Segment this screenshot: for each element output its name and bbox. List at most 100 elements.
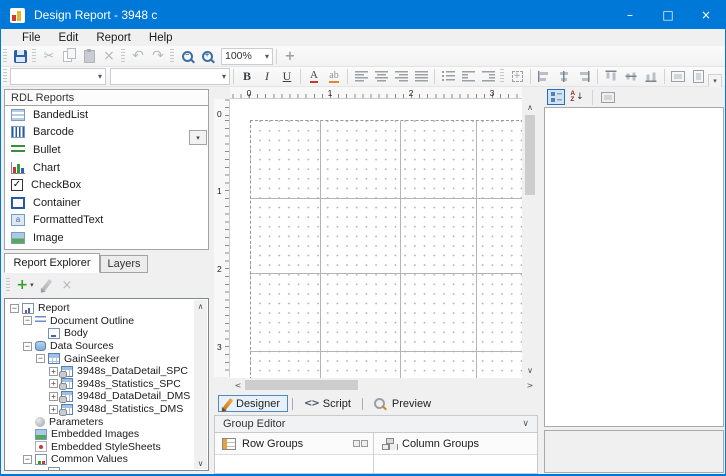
- scroll-down-icon[interactable]: ∨: [522, 364, 538, 376]
- toolbar-overflow-button[interactable]: ▾: [708, 74, 722, 88]
- toolbar-grip[interactable]: [3, 49, 7, 64]
- minimize-button[interactable]: –: [611, 1, 649, 29]
- row-groups-header[interactable]: Row Groups: [215, 433, 373, 455]
- toolbox-item-bandedlist[interactable]: BandedList: [5, 106, 208, 124]
- align-lefts-button[interactable]: [534, 68, 554, 86]
- collapse-icon[interactable]: −: [10, 304, 19, 313]
- close-button[interactable]: ×: [687, 1, 725, 29]
- row-group-mode-icon[interactable]: [353, 440, 367, 447]
- italic-button[interactable]: I: [257, 68, 277, 86]
- zoom-out-button[interactable]: −: [177, 47, 197, 65]
- bullet-list-button[interactable]: [438, 68, 458, 86]
- delete-button[interactable]: ×: [99, 47, 119, 65]
- align-middles-button[interactable]: [621, 68, 641, 86]
- font-color-button[interactable]: A: [304, 68, 324, 86]
- tab-script[interactable]: <> Script: [297, 395, 358, 412]
- report-page[interactable]: [250, 120, 522, 378]
- toolbox-item-checkbox[interactable]: ✓ CheckBox: [5, 176, 208, 194]
- title-bar[interactable]: Design Report - 3948 c – □ ×: [1, 1, 725, 29]
- menu-help[interactable]: Help: [140, 31, 182, 45]
- collapse-icon[interactable]: −: [23, 342, 32, 351]
- scroll-up-icon[interactable]: ∧: [194, 300, 207, 312]
- collapse-chevron-icon[interactable]: ∨: [522, 419, 529, 429]
- make-same-size-button[interactable]: [688, 68, 708, 86]
- group-editor-header[interactable]: Group Editor ∨: [214, 415, 538, 433]
- align-rights-button[interactable]: [574, 68, 594, 86]
- bold-button[interactable]: B: [237, 68, 257, 86]
- tree-item-dataset[interactable]: + 3948d_Statistics_DMS: [5, 403, 208, 416]
- toolbar-grip[interactable]: [170, 49, 174, 64]
- canvas-horizontal-scrollbar[interactable]: < >: [230, 378, 538, 392]
- toolbox-item-container[interactable]: Container: [5, 194, 208, 212]
- property-pages-button[interactable]: [599, 89, 617, 105]
- collapse-icon[interactable]: −: [23, 316, 32, 325]
- zoom-level-combo[interactable]: 100% ▾: [221, 48, 273, 65]
- edit-item-button[interactable]: [37, 276, 57, 294]
- tree-item-partial[interactable]: [5, 466, 208, 471]
- tree-item-body[interactable]: Body: [5, 327, 208, 340]
- tab-preview[interactable]: Preview: [367, 395, 438, 412]
- expand-icon[interactable]: +: [49, 367, 58, 376]
- tree-item-embedded-stylesheets[interactable]: Embedded StyleSheets: [5, 441, 208, 454]
- toolbar-grip[interactable]: [121, 49, 125, 64]
- tree-item-gainseeker[interactable]: − GainSeeker: [5, 352, 208, 365]
- toolbar-grip[interactable]: [500, 69, 504, 84]
- expand-icon[interactable]: +: [49, 379, 58, 388]
- expand-icon[interactable]: +: [49, 405, 58, 414]
- toolbar-grip[interactable]: [32, 49, 36, 64]
- tab-report-explorer[interactable]: Report Explorer: [4, 253, 100, 273]
- copy-button[interactable]: [59, 47, 79, 65]
- scroll-up-icon[interactable]: ∧: [522, 101, 538, 113]
- scroll-down-icon[interactable]: ∨: [194, 457, 207, 469]
- align-tops-button[interactable]: [601, 68, 621, 86]
- tree-scrollbar[interactable]: ∧ ∨: [194, 300, 207, 469]
- snap-to-grid-button[interactable]: +: [507, 68, 527, 86]
- pan-mode-button[interactable]: +: [280, 47, 300, 65]
- align-bottoms-button[interactable]: [641, 68, 661, 86]
- toolbox-item-chart[interactable]: Chart: [5, 159, 208, 177]
- undo-button[interactable]: ↶: [128, 47, 148, 65]
- expand-icon[interactable]: +: [49, 392, 58, 401]
- font-name-combo[interactable]: ▾: [10, 68, 106, 85]
- toolbox-header[interactable]: RDL Reports: [4, 89, 209, 106]
- tree-item-dataset[interactable]: + 3948s_Statistics_SPC: [5, 378, 208, 391]
- align-justify-button[interactable]: [411, 68, 431, 86]
- decrease-indent-button[interactable]: [458, 68, 478, 86]
- categorized-button[interactable]: [547, 89, 565, 105]
- collapse-icon[interactable]: −: [23, 455, 32, 464]
- tree-item-dataset[interactable]: + 3948d_DataDetail_DMS: [5, 390, 208, 403]
- toolbar-grip[interactable]: [3, 69, 7, 84]
- collapse-icon[interactable]: −: [36, 354, 45, 363]
- design-canvas[interactable]: [230, 99, 522, 378]
- tab-layers[interactable]: Layers: [100, 255, 148, 273]
- scroll-left-icon[interactable]: <: [232, 378, 244, 392]
- tree-item-common-values[interactable]: − Common Values: [5, 453, 208, 466]
- toolbox-item-barcode[interactable]: Barcode: [5, 124, 208, 142]
- add-item-button[interactable]: + ▾: [13, 276, 37, 294]
- toolbox-item-bullet[interactable]: Bullet: [5, 141, 208, 159]
- save-button[interactable]: [10, 47, 30, 65]
- canvas-vertical-scrollbar[interactable]: ∧ ∨: [522, 99, 538, 378]
- tree-item-document-outline[interactable]: − Document Outline: [5, 315, 208, 328]
- scrollbar-thumb[interactable]: [245, 380, 358, 390]
- paste-button[interactable]: [79, 47, 99, 65]
- menu-edit[interactable]: Edit: [50, 31, 88, 45]
- toolbox-scroll-down-button[interactable]: ▾: [189, 130, 207, 145]
- zoom-in-button[interactable]: +: [197, 47, 217, 65]
- make-same-width-button[interactable]: [668, 68, 688, 86]
- font-size-combo[interactable]: ▾: [110, 68, 230, 85]
- underline-button[interactable]: U: [277, 68, 297, 86]
- alphabetical-sort-button[interactable]: AZ ↓: [568, 89, 586, 105]
- tree-item-parameters[interactable]: Parameters: [5, 415, 208, 428]
- property-grid[interactable]: [544, 107, 724, 427]
- tree-item-dataset[interactable]: + 3948s_DataDetail_SPC: [5, 365, 208, 378]
- menu-file[interactable]: File: [13, 31, 50, 45]
- menu-report[interactable]: Report: [87, 31, 140, 45]
- align-right-button[interactable]: [391, 68, 411, 86]
- tree-item-embedded-images[interactable]: Embedded Images: [5, 428, 208, 441]
- align-centers-button[interactable]: [554, 68, 574, 86]
- scrollbar-thumb[interactable]: [525, 115, 535, 195]
- toolbox-item-image[interactable]: Image: [5, 229, 208, 247]
- toolbox-item-formattedtext[interactable]: a FormattedText: [5, 212, 208, 230]
- delete-item-button[interactable]: ×: [57, 276, 77, 294]
